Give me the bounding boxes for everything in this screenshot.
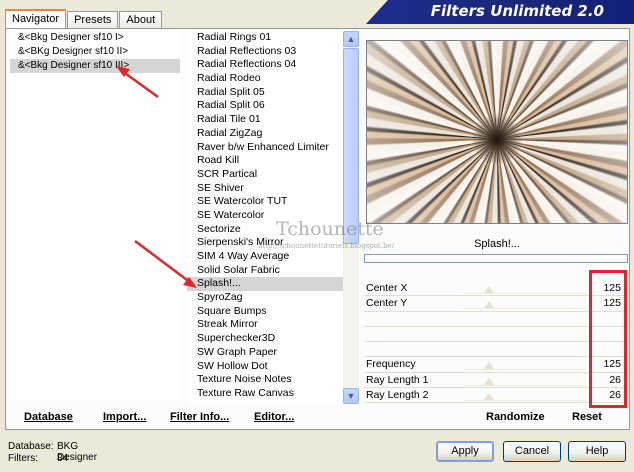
slider-track[interactable] [464, 293, 586, 294]
tab-navigator[interactable]: Navigator [5, 9, 67, 28]
filter-item[interactable]: Radial Reflections 04 [187, 58, 343, 72]
status-database: Database: BKG Designer [8, 441, 97, 463]
filter-item[interactable]: SE Watercolor TUT [187, 195, 343, 209]
watermark-text: Tchounette [276, 218, 384, 240]
cancel-button[interactable]: Cancel [503, 441, 561, 462]
database-label: Database [24, 411, 73, 423]
filter-item[interactable]: SW Graph Paper [187, 346, 343, 360]
slider-track[interactable] [464, 400, 586, 402]
slider-knob-icon[interactable] [484, 393, 494, 401]
status-filters-value: 84 [57, 453, 69, 464]
filter-item[interactable]: Radial Split 05 [187, 86, 343, 100]
filter-item[interactable]: Radial Rings 01 [187, 31, 343, 45]
filter-item[interactable]: Superchecker3D [187, 332, 343, 346]
database-button[interactable]: Database [24, 411, 73, 423]
category-item[interactable]: &<BKg Designer sf10 II> [10, 45, 180, 59]
filter-item[interactable]: SCR Partical [187, 168, 343, 182]
slider-knob-icon[interactable] [484, 286, 494, 293]
help-button[interactable]: Help [568, 441, 626, 462]
app-title: Filters Unlimited 2.0 [430, 2, 604, 20]
scroll-down-icon[interactable]: ▼ [343, 388, 359, 404]
filter-item[interactable]: Raver b/w Enhanced Limiter [187, 141, 343, 155]
filter-info-label: Filter Info... [170, 411, 230, 423]
slider-knob-icon[interactable] [484, 377, 494, 385]
preview-image [367, 41, 627, 223]
status-filters-label: Filters: [8, 453, 38, 464]
randomize-button[interactable]: Randomize [486, 411, 545, 423]
filter-item[interactable]: Radial Reflections 03 [187, 45, 343, 59]
import-button[interactable]: Import... [103, 411, 146, 423]
slider-knob-icon[interactable] [484, 301, 494, 309]
filter-item[interactable]: Solid Solar Fabric [187, 264, 343, 278]
filter-item[interactable]: Road Kill [187, 154, 343, 168]
filter-item[interactable]: Streak Mirror [187, 318, 343, 332]
tab-presets[interactable]: Presets [67, 11, 119, 28]
filter-item-selected[interactable]: Splash!... [187, 277, 343, 292]
filter-item[interactable]: Radial Tile 01 [187, 113, 343, 127]
slider-track[interactable] [464, 308, 586, 310]
tab-bar: Navigator Presets About [5, 9, 163, 28]
import-label: Import... [103, 411, 147, 423]
tab-about[interactable]: About [119, 11, 163, 28]
scroll-up-icon[interactable]: ▲ [343, 31, 359, 47]
highlight-box [589, 270, 627, 408]
filter-item[interactable]: SE Shiver [187, 182, 343, 196]
param-label: Frequency [366, 358, 416, 371]
filter-item[interactable]: Radial Rodeo [187, 72, 343, 86]
selected-filter-name: Splash!... [474, 238, 520, 250]
progress-bar [364, 254, 628, 263]
status-filters: Filters: 84 [8, 453, 68, 464]
editor-label: Editor... [254, 411, 295, 423]
reset-label: Reset [572, 411, 602, 423]
editor-button[interactable]: Editor... [254, 411, 294, 423]
param-label: Center X [366, 282, 408, 294]
param-label: Ray Length 2 [366, 389, 429, 402]
app-logo-bar: Filters Unlimited 2.0 [366, 0, 634, 24]
apply-button[interactable]: Apply [436, 441, 494, 462]
slider-track[interactable] [464, 384, 586, 386]
randomize-label: Randomize [486, 411, 545, 423]
filter-item[interactable]: Square Bumps [187, 305, 343, 319]
filter-item[interactable]: SW Hollow Dot [187, 360, 343, 374]
reset-button[interactable]: Reset [572, 411, 602, 423]
status-database-label: Database: [8, 441, 54, 452]
param-label: Center Y [366, 297, 408, 310]
filter-item[interactable]: SpyroZag [187, 291, 343, 305]
filter-preview [366, 40, 628, 224]
filter-item[interactable]: Radial Split 06 [187, 99, 343, 113]
slider-knob-icon[interactable] [484, 362, 494, 370]
filter-item[interactable]: SIM 4 Way Average [187, 250, 343, 264]
filter-item[interactable]: Texture Noise Notes [187, 373, 343, 387]
category-list[interactable]: &<Bkg Designer sf10 I> &<BKg Designer sf… [10, 31, 180, 401]
category-item-selected[interactable]: &<Bkg Designer sf10 III> [10, 59, 180, 73]
filter-info-button[interactable]: Filter Info... [170, 411, 229, 423]
filter-item[interactable]: Texture Raw Canvas [187, 387, 343, 401]
category-item[interactable]: &<Bkg Designer sf10 I> [10, 31, 180, 45]
filter-item[interactable]: Radial ZigZag [187, 127, 343, 141]
param-label: Ray Length 1 [366, 373, 429, 386]
slider-track[interactable] [464, 369, 586, 371]
scrollbar-thumb[interactable] [343, 48, 359, 244]
